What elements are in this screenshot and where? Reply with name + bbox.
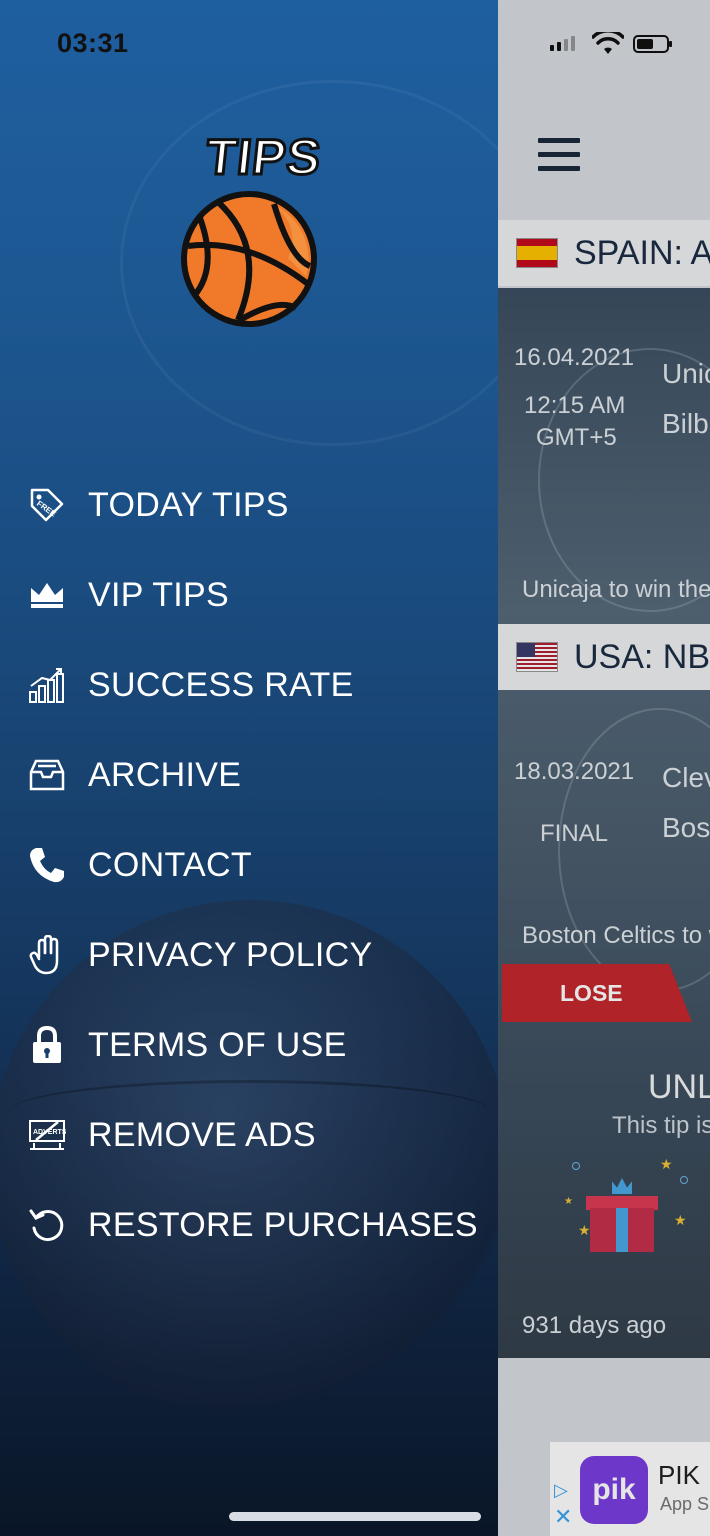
menu-item-success-rate[interactable]: SUCCESS RATE: [0, 650, 498, 720]
menu-item-vip-tips[interactable]: VIP TIPS: [0, 560, 498, 630]
basketball-logo-icon: [181, 191, 317, 327]
app-logo-text: TIPS: [202, 128, 326, 187]
menu-item-label: REMOVE ADS: [88, 1115, 316, 1154]
menu-item-terms-of-use[interactable]: TERMS OF USE: [0, 1010, 498, 1080]
drawer-scrim[interactable]: [498, 0, 710, 1536]
restore-icon: [28, 1206, 66, 1244]
bar-chart-icon: [28, 666, 66, 704]
menu-item-privacy-policy[interactable]: PRIVACY POLICY: [0, 920, 498, 990]
crown-icon: [28, 576, 66, 614]
main-content: SPAIN: AC 16.04.2021 12:15 AM GMT+5 Unic…: [498, 0, 710, 1536]
archive-box-icon: [28, 756, 66, 794]
menu-item-archive[interactable]: ARCHIVE: [0, 740, 498, 810]
menu-item-label: SUCCESS RATE: [88, 665, 354, 704]
no-adverts-icon: ADVERTS: [28, 1116, 66, 1154]
screen: SPAIN: AC 16.04.2021 12:15 AM GMT+5 Unic…: [0, 0, 710, 1536]
menu-item-label: VIP TIPS: [88, 575, 229, 614]
lock-icon: [28, 1026, 66, 1064]
menu-item-label: ARCHIVE: [88, 755, 242, 794]
phone-icon: [28, 846, 66, 884]
home-indicator[interactable]: [229, 1512, 481, 1521]
hand-icon: [28, 935, 66, 975]
status-time: 03:31: [57, 28, 129, 58]
menu-item-restore-purchases[interactable]: RESTORE PURCHASES: [0, 1190, 498, 1260]
menu-item-label: TODAY TIPS: [88, 485, 289, 524]
menu-item-label: CONTACT: [88, 845, 252, 884]
menu-item-remove-ads[interactable]: ADVERTS REMOVE ADS: [0, 1100, 498, 1170]
svg-text:FREE: FREE: [35, 499, 58, 519]
menu-item-contact[interactable]: CONTACT: [0, 830, 498, 900]
menu-item-label: PRIVACY POLICY: [88, 935, 373, 974]
menu-item-label: TERMS OF USE: [88, 1025, 347, 1064]
free-tag-icon: FREE: [28, 486, 66, 524]
menu-item-today-tips[interactable]: FREE TODAY TIPS: [0, 470, 498, 540]
navigation-drawer: 03:31 TIPS FREE TODAY TIPS VIP TIPS SUCC…: [0, 0, 498, 1536]
menu-item-label: RESTORE PURCHASES: [88, 1205, 478, 1244]
